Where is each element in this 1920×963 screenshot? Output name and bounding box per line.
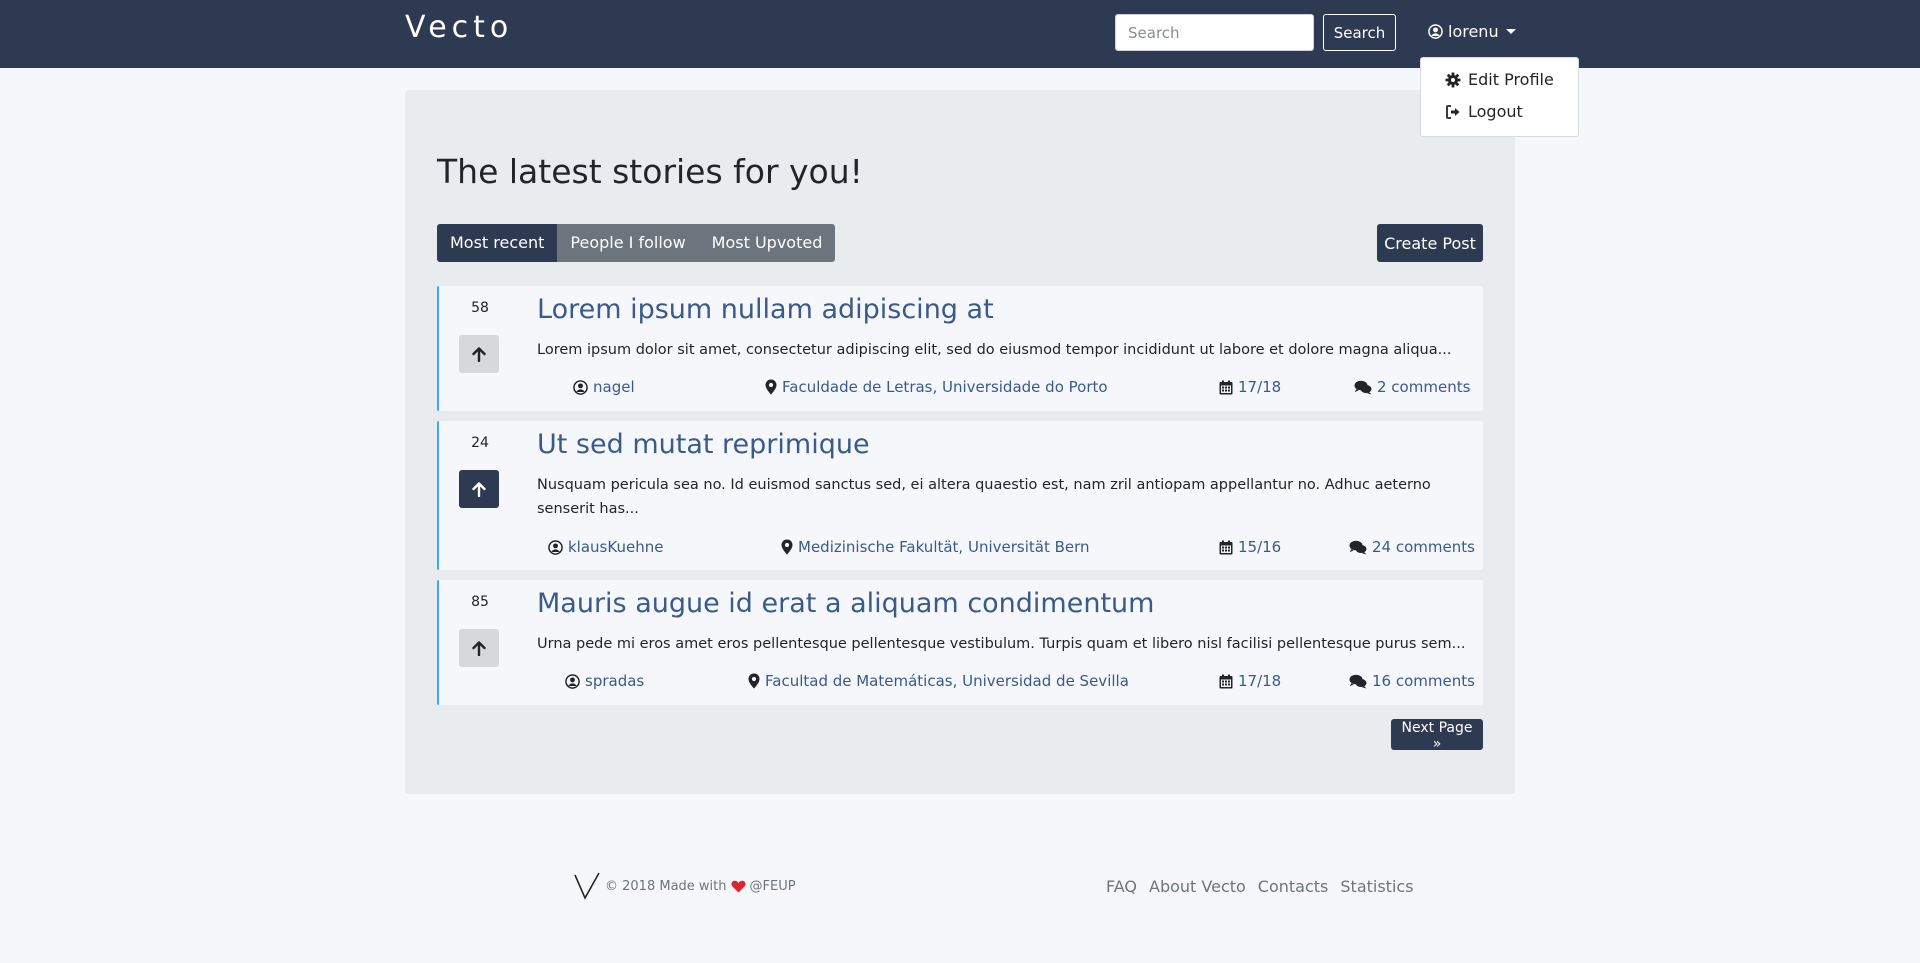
arrow-up-icon xyxy=(472,640,486,656)
footer-link-contacts[interactable]: Contacts xyxy=(1258,877,1329,896)
post-date: 15/16 xyxy=(1238,538,1282,556)
sign-out-icon xyxy=(1445,104,1461,120)
post-comments-link[interactable]: 24 comments xyxy=(1349,538,1475,556)
post-location: Faculdade de Letras, Universidade do Por… xyxy=(782,378,1108,396)
post-location-link[interactable]: Medizinische Fakultät, Universität Bern xyxy=(781,538,1090,556)
post-date: 17/18 xyxy=(1238,378,1282,396)
upvote-button[interactable] xyxy=(459,629,499,667)
gear-icon xyxy=(1445,72,1461,88)
post-title[interactable]: Lorem ipsum nullam adipiscing at xyxy=(537,294,994,325)
page-title: The latest stories for you! xyxy=(437,152,863,191)
logout-menu-item[interactable]: Logout xyxy=(1445,102,1523,121)
footer-logo-icon xyxy=(573,872,601,900)
search-input[interactable] xyxy=(1115,14,1314,51)
calendar-icon xyxy=(1219,380,1233,395)
heart-icon xyxy=(730,880,746,893)
post-location-link[interactable]: Facultad de Matemáticas, Universidad de … xyxy=(748,672,1129,690)
post-author: klausKuehne xyxy=(568,538,664,556)
post-comments: 2 comments xyxy=(1377,378,1471,396)
post-location-link[interactable]: Faculdade de Letras, Universidade do Por… xyxy=(765,378,1108,396)
calendar-icon xyxy=(1219,674,1233,689)
user-circle-icon xyxy=(1428,24,1443,39)
post-date-link[interactable]: 17/18 xyxy=(1219,672,1281,690)
user-dropdown-menu: Edit Profile Logout xyxy=(1420,57,1579,137)
vote-count: 58 xyxy=(471,300,489,316)
post-author: spradas xyxy=(585,672,645,690)
upvote-button[interactable] xyxy=(459,335,499,373)
comments-icon xyxy=(1349,540,1367,555)
tab-most-recent[interactable]: Most recent xyxy=(437,224,558,262)
comments-icon xyxy=(1349,674,1367,689)
map-marker-icon xyxy=(748,673,760,689)
navbar: Vecto Search lorenu xyxy=(0,0,1920,68)
tab-people-i-follow[interactable]: People I follow xyxy=(557,224,699,262)
next-page-button[interactable]: Next Page » xyxy=(1391,719,1483,752)
post-date: 17/18 xyxy=(1238,672,1282,690)
user-menu-toggle[interactable]: lorenu xyxy=(1428,22,1516,41)
post-comments: 16 comments xyxy=(1372,672,1475,690)
post-author-link[interactable]: klausKuehne xyxy=(548,538,663,556)
search-button[interactable]: Search xyxy=(1323,14,1396,51)
post-author-link[interactable]: nagel xyxy=(573,378,635,396)
post-card: 85 Mauris augue id erat a aliquam condim… xyxy=(437,580,1483,705)
post-excerpt: Lorem ipsum dolor sit amet, consectetur … xyxy=(537,342,1452,358)
post-author: nagel xyxy=(593,378,635,396)
vote-count: 85 xyxy=(471,594,489,610)
post-location: Medizinische Fakultät, Universität Bern xyxy=(798,538,1090,556)
brand-logo[interactable]: Vecto xyxy=(405,10,513,45)
vote-count: 24 xyxy=(471,435,489,451)
post-comments-link[interactable]: 2 comments xyxy=(1354,378,1470,396)
footer-made-prefix: © 2018 Made with xyxy=(605,879,727,894)
post-title[interactable]: Mauris augue id erat a aliquam condiment… xyxy=(537,588,1154,619)
post-date-link[interactable]: 17/18 xyxy=(1219,378,1281,396)
post-excerpt: Nusquam pericula sea no. Id euismod sanc… xyxy=(537,477,1431,517)
edit-profile-label: Edit Profile xyxy=(1468,70,1554,89)
post-card: 58 Lorem ipsum nullam adipiscing at Lore… xyxy=(437,286,1483,411)
upvote-button[interactable] xyxy=(459,470,499,508)
post-date-link[interactable]: 15/16 xyxy=(1219,538,1281,556)
footer-link-about[interactable]: About Vecto xyxy=(1149,877,1246,896)
arrow-up-icon xyxy=(472,481,486,497)
create-post-button[interactable]: Create Post xyxy=(1377,224,1483,262)
map-marker-icon xyxy=(781,539,793,555)
footer-made-suffix: @FEUP xyxy=(749,879,796,894)
main-panel: The latest stories for you! Most recent … xyxy=(405,90,1515,794)
post-card: 24 Ut sed mutat reprimique Nusquam peric… xyxy=(437,421,1483,570)
map-marker-icon xyxy=(765,379,777,395)
user-circle-icon xyxy=(565,673,580,689)
footer-link-faq[interactable]: FAQ xyxy=(1106,877,1137,896)
post-excerpt: Urna pede mi eros amet eros pellentesque… xyxy=(537,636,1466,652)
post-location: Facultad de Matemáticas, Universidad de … xyxy=(765,672,1129,690)
post-comments: 24 comments xyxy=(1372,538,1475,556)
footer-credit: © 2018 Made with @FEUP xyxy=(605,879,796,894)
caret-down-icon xyxy=(1505,29,1516,34)
tab-most-upvoted[interactable]: Most Upvoted xyxy=(698,224,836,262)
arrow-up-icon xyxy=(472,346,486,362)
username-label: lorenu xyxy=(1448,22,1499,41)
footer-link-statistics[interactable]: Statistics xyxy=(1340,877,1413,896)
footer-links: FAQ About Vecto Contacts Statistics xyxy=(1106,877,1414,896)
post-author-link[interactable]: spradas xyxy=(565,672,644,690)
user-circle-icon xyxy=(548,539,563,555)
logout-label: Logout xyxy=(1468,102,1523,121)
post-title[interactable]: Ut sed mutat reprimique xyxy=(537,429,870,460)
calendar-icon xyxy=(1219,540,1233,555)
post-comments-link[interactable]: 16 comments xyxy=(1349,672,1475,690)
comments-icon xyxy=(1354,380,1372,395)
user-circle-icon xyxy=(573,379,588,395)
edit-profile-menu-item[interactable]: Edit Profile xyxy=(1445,70,1554,89)
feed-tabs: Most recent People I follow Most Upvoted xyxy=(437,224,836,262)
